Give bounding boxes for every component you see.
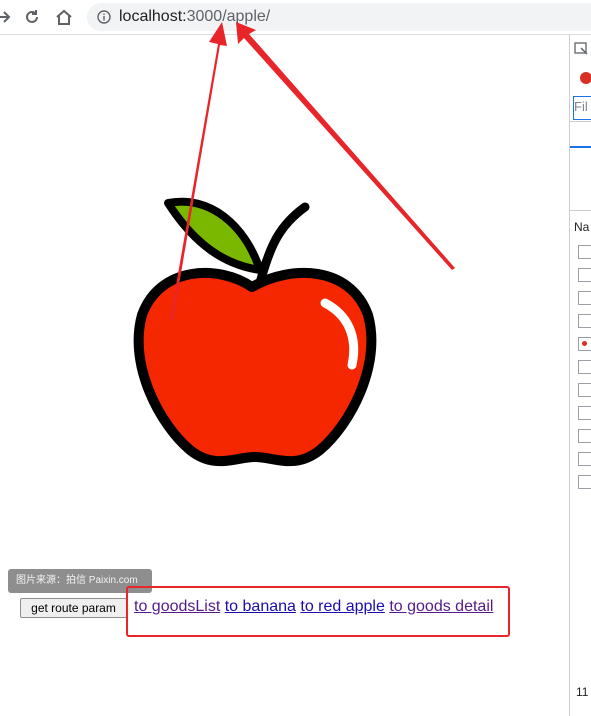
- forward-button[interactable]: [0, 5, 16, 29]
- request-row[interactable]: [578, 291, 591, 305]
- request-row[interactable]: [578, 429, 591, 443]
- browser-toolbar: localhost:3000/apple/: [0, 0, 591, 35]
- apple-image: [133, 197, 377, 467]
- get-route-param-button[interactable]: get route param: [20, 598, 127, 618]
- annotation-highlight-box: [126, 586, 510, 637]
- url-path: 3000/apple/: [186, 8, 271, 25]
- request-row[interactable]: [578, 268, 591, 282]
- request-row[interactable]: [578, 337, 591, 351]
- request-row[interactable]: [578, 475, 591, 489]
- inspect-element-icon[interactable]: [573, 41, 589, 57]
- request-row[interactable]: [578, 406, 591, 420]
- reload-button[interactable]: [20, 5, 44, 29]
- devtools-panel: Fil Na 11: [569, 35, 591, 716]
- info-icon[interactable]: [97, 10, 111, 24]
- request-row[interactable]: [578, 360, 591, 374]
- devtools-overview: [570, 121, 591, 211]
- devtools-name-column[interactable]: Na: [574, 220, 589, 234]
- request-row[interactable]: [578, 383, 591, 397]
- timeline-bar: [570, 146, 591, 148]
- record-icon[interactable]: [580, 72, 591, 84]
- status-dot-icon: [582, 341, 587, 346]
- arrow-right-icon: [0, 11, 11, 23]
- request-row[interactable]: [578, 314, 591, 328]
- request-row[interactable]: [578, 245, 591, 259]
- devtools-filter-input[interactable]: Fil: [573, 96, 591, 120]
- address-bar[interactable]: localhost:3000/apple/: [87, 3, 591, 31]
- url-host: localhost:: [119, 8, 187, 25]
- reload-icon: [26, 10, 38, 23]
- devtools-request-count: 11: [576, 685, 589, 699]
- request-row[interactable]: [578, 452, 591, 466]
- home-button[interactable]: [52, 5, 76, 29]
- home-icon: [56, 9, 72, 25]
- url-text: localhost:3000/apple/: [119, 8, 270, 26]
